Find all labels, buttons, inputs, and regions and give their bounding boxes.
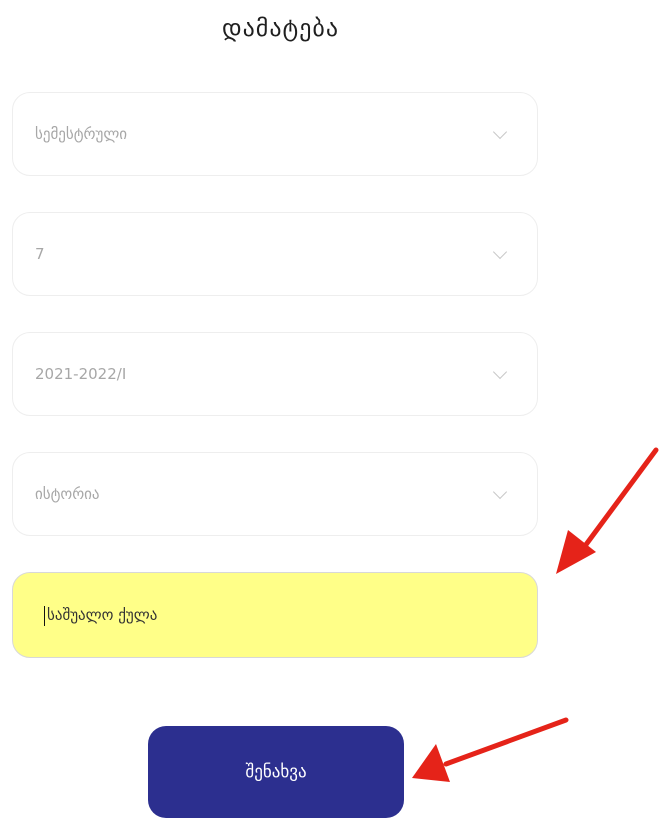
year-select[interactable]: 2021-2022/I [12,332,538,416]
arrow-icon [556,447,659,574]
chevron-down-icon [492,124,508,140]
text-caret [44,606,45,626]
year-select-value: 2021-2022/I [35,365,127,383]
subject-select[interactable]: ისტორია [12,452,538,536]
save-button[interactable]: შენახვა [148,726,404,818]
semester-select[interactable]: 7 [12,212,538,296]
type-select[interactable]: სემესტრული [12,92,538,176]
page-title: დამატება [221,14,340,42]
grade-input-placeholder: საშუალო ქულა [47,606,158,624]
chevron-down-icon [492,364,508,380]
subject-select-value: ისტორია [35,485,100,503]
semester-select-value: 7 [35,245,45,263]
arrow-icon [412,717,569,782]
chevron-down-icon [492,244,508,260]
type-select-value: სემესტრული [35,125,128,143]
chevron-down-icon [492,484,508,500]
grade-input[interactable]: საშუალო ქულა [12,572,538,658]
